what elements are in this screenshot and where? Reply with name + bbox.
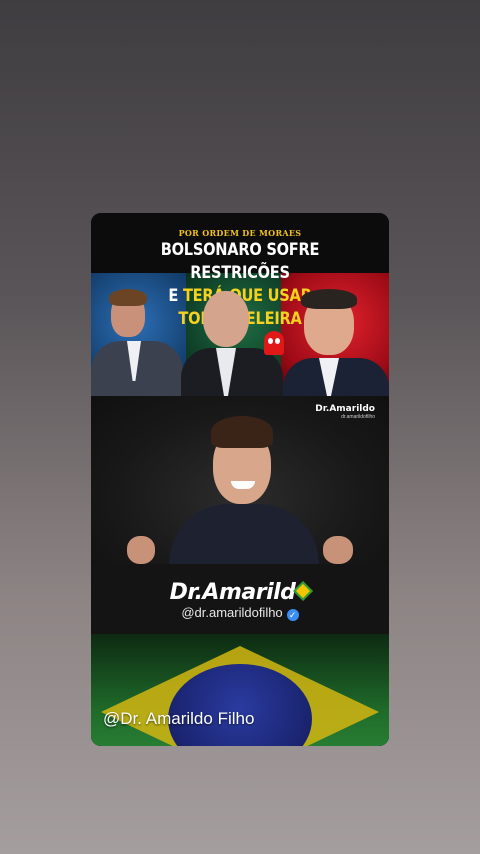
video-frame[interactable]: Dr.Amarildo dr.amarildofilho <box>91 396 389 564</box>
person-middle-head <box>203 291 249 347</box>
presenter-hand-right <box>323 536 353 564</box>
watermark-handle: dr.amarildofilho <box>341 414 375 420</box>
watermark-name: Dr.Amarildo <box>315 404 375 414</box>
presenter-hand-left <box>127 536 155 564</box>
brand-logo: Dr.Amarild <box>91 580 389 605</box>
author-caption[interactable]: @Dr. Amarildo Filho <box>103 709 254 729</box>
thumbnail-kicker: POR ORDEM DE MORAES <box>178 228 302 238</box>
brand-logo-text: Dr.Amarild <box>169 580 296 605</box>
video-watermark: Dr.Amarildo dr.amarildofilho <box>315 404 375 420</box>
branding-section: Dr.Amarild @dr.amarildofilho ✓ @Dr. Amari… <box>91 564 389 746</box>
verified-badge-icon: ✓ <box>286 609 299 621</box>
headline-line-1: BOLSONARO SOFRE RESTRICÕES <box>160 240 320 283</box>
person-right-hair <box>301 289 357 309</box>
person-left-hair <box>109 289 147 306</box>
brand-handle: @dr.amarildofilho ✓ <box>91 605 389 621</box>
flag-diamond-logo-icon <box>293 581 314 601</box>
presenter-body <box>169 504 319 564</box>
brand-handle-text: @dr.amarildofilho <box>181 605 283 620</box>
ghost-icon <box>264 331 284 355</box>
headline-line-2-prefix: E <box>168 286 179 306</box>
story-card[interactable]: POR ORDEM DE MORAES BOLSONARO SOFRE REST… <box>91 213 389 746</box>
news-thumbnail: POR ORDEM DE MORAES BOLSONARO SOFRE REST… <box>91 213 389 401</box>
presenter-hair <box>211 416 273 448</box>
